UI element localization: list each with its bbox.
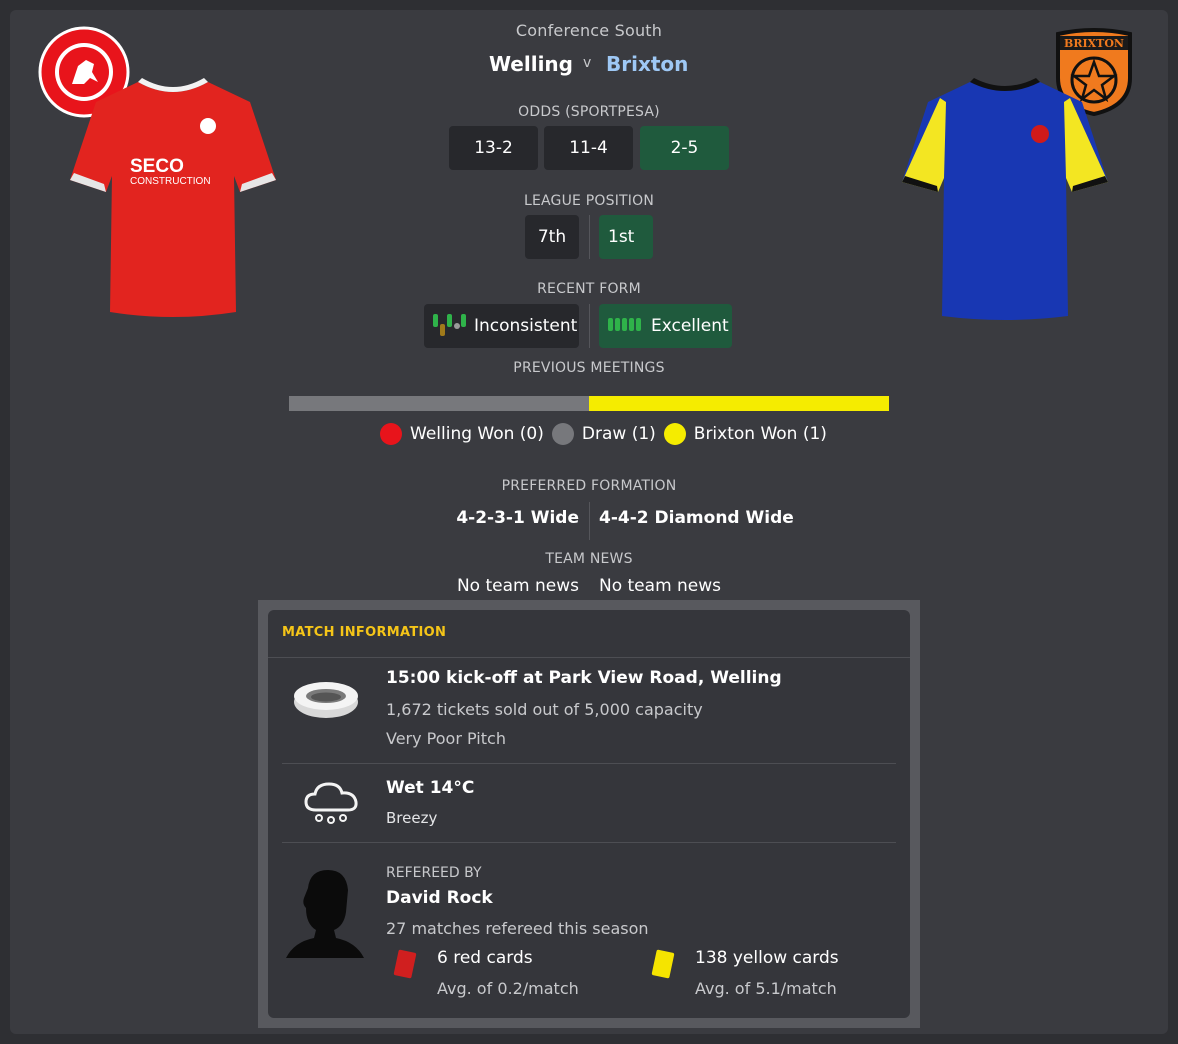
referee-silhouette-icon [284,868,366,964]
yellow-cards-average: Avg. of 5.1/match [695,979,837,998]
red-card-icon [392,948,418,984]
away-league-position[interactable]: 1st [599,215,653,259]
home-team-name[interactable]: Welling [489,52,573,76]
venue-pitch-condition: Very Poor Pitch [386,729,506,748]
team-news-caption: TEAM NEWS [545,551,633,567]
draw-odds-pill[interactable]: 11-4 [544,126,633,170]
home-league-position[interactable]: 7th [525,215,579,259]
venue-tickets: 1,672 tickets sold out of 5,000 capacity [386,700,703,719]
red-cards-count: 6 red cards [437,948,533,968]
card-title: MATCH INFORMATION [282,625,447,640]
away-recent-form[interactable]: Excellent [599,304,732,348]
weather-condition[interactable]: Wet 14°C [386,778,474,798]
previous-meetings-caption: PREVIOUS MEETINGS [513,360,665,376]
card-header: MATCH INFORMATION [268,610,910,658]
rain-cloud-icon [302,780,362,832]
versus-label: v [583,55,592,71]
form-bars-icon [607,316,643,337]
draws-dot-icon [551,423,574,445]
previous-meetings-legend: Welling Won (0) Draw (1) Brixton Won (1) [380,423,827,445]
away-shirt [900,78,1110,322]
match-information-card: MATCH INFORMATION 15:00 kick-off at Park… [268,610,910,1018]
svg-text:BRIXTON: BRIXTON [1064,37,1124,50]
stadium-icon [292,680,360,724]
red-cards-average: Avg. of 0.2/match [437,979,579,998]
home-team-news[interactable]: No team news [457,576,579,596]
odds-caption: ODDS (SPORTPESA) [518,104,660,120]
referee-caption: REFEREED BY [386,865,482,881]
referee-matches: 27 matches refereed this season [386,919,649,938]
referee-name[interactable]: David Rock [386,888,493,908]
bar-segment-away-wins [589,396,889,411]
home-shirt: SECO CONSTRUCTION [68,76,278,320]
svg-text:SECO: SECO [130,156,184,177]
away-wins-label: Brixton Won (1) [693,424,827,444]
home-form-label: Inconsistent [474,316,578,336]
draws-label: Draw (1) [581,424,656,444]
form-bars-icon [432,312,466,341]
venue-kickoff[interactable]: 15:00 kick-off at Park View Road, Wellin… [386,668,782,688]
home-odds-pill[interactable]: 13-2 [449,126,538,170]
recent-form-caption: RECENT FORM [537,281,641,297]
preferred-formation-caption: PREFERRED FORMATION [501,478,677,494]
yellow-card-icon [650,948,676,984]
home-recent-form[interactable]: Inconsistent [424,304,579,348]
away-formation[interactable]: 4-4-2 Diamond Wide [599,508,794,528]
divider [589,502,590,540]
away-odds-pill[interactable]: 2-5 [640,126,729,170]
home-wins-label: Welling Won (0) [410,424,544,444]
away-form-label: Excellent [651,316,729,336]
divider [589,215,590,259]
league-position-caption: LEAGUE POSITION [523,193,655,209]
home-formation[interactable]: 4-2-3-1 Wide [456,508,579,528]
away-team-name[interactable]: Brixton [606,52,688,76]
away-wins-dot-icon [663,423,686,445]
away-team-news[interactable]: No team news [599,576,721,596]
home-wins-dot-icon [380,423,402,445]
svg-text:CONSTRUCTION: CONSTRUCTION [130,176,211,187]
weather-wind: Breezy [386,809,438,827]
competition-name[interactable]: Conference South [389,21,789,40]
previous-meetings-bar[interactable] [289,396,889,411]
row-separator [282,842,896,843]
divider [589,304,590,348]
yellow-cards-count: 138 yellow cards [695,948,839,968]
bar-segment-draws [289,396,589,411]
row-separator [282,763,896,764]
